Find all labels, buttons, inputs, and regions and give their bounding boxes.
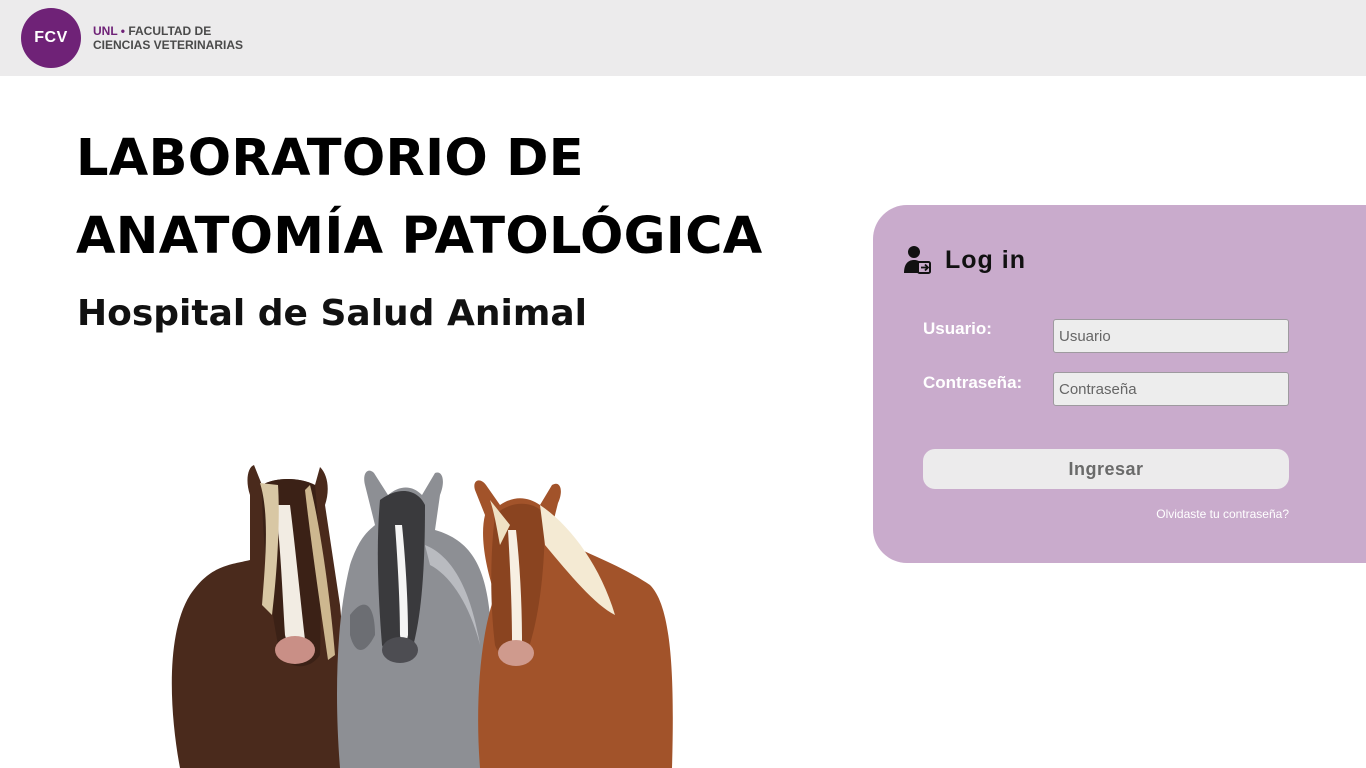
login-title: Log in	[945, 245, 1026, 274]
title-line2: ANATOMÍA PATOLÓGICA	[76, 207, 763, 266]
horse-right	[474, 480, 673, 768]
faculty-name: UNL • FACULTAD DE CIENCIAS VETERINARIAS	[93, 24, 243, 52]
password-input[interactable]	[1053, 372, 1289, 406]
login-submit-button[interactable]: Ingresar	[923, 449, 1289, 489]
logo-initials: FCV	[34, 29, 68, 46]
user-login-icon	[904, 246, 931, 274]
page-subtitle: Hospital de Salud Animal	[77, 293, 587, 334]
title-line1: LABORATORIO DE	[76, 129, 584, 188]
fcv-logo[interactable]: FCV	[21, 8, 81, 68]
username-label: Usuario:	[923, 319, 992, 338]
horses-image	[171, 465, 673, 768]
horse-left	[171, 465, 344, 768]
username-input[interactable]	[1053, 319, 1289, 353]
faculty-line1: FACULTAD DE	[128, 24, 212, 38]
login-header: Log in	[903, 245, 1026, 275]
login-panel: Log in Usuario: Contraseña: Ingresar Olv…	[873, 205, 1366, 563]
page-title: LABORATORIO DE ANATOMÍA PATOLÓGICA	[76, 120, 763, 276]
forgot-password-link[interactable]: Olvidaste tu contraseña?	[1156, 507, 1289, 521]
horse-middle	[337, 470, 493, 768]
password-label: Contraseña:	[923, 373, 1023, 392]
faculty-line2: CIENCIAS VETERINARIAS	[93, 38, 244, 52]
top-bar: FCV UNL • FACULTAD DE CIENCIAS VETERINAR…	[0, 0, 1366, 76]
org-abbrev: UNL	[93, 24, 118, 38]
org-separator: •	[120, 24, 125, 38]
